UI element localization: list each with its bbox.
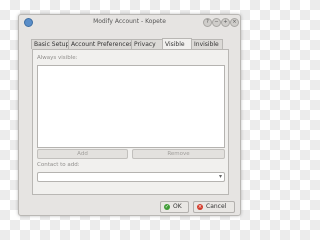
visible-tab-panel: Always visible: Add Remove Contact to ad… <box>32 49 229 195</box>
tab-account-preferences[interactable]: Account Preferences <box>68 39 132 49</box>
title-bar[interactable]: Modify Account - Kopete ? − + × <box>19 15 240 29</box>
ok-button-label: OK <box>173 203 182 210</box>
contact-to-add-combo[interactable]: ▾ <box>37 172 225 182</box>
chevron-down-icon[interactable]: ▾ <box>219 173 222 181</box>
tab-basic-setup[interactable]: Basic Setup <box>31 39 69 49</box>
help-icon[interactable]: ? <box>203 18 212 27</box>
modify-account-dialog: Modify Account - Kopete ? − + × Basic Se… <box>18 14 241 216</box>
tab-invisible[interactable]: Invisible <box>191 39 223 49</box>
always-visible-list[interactable] <box>37 65 225 148</box>
maximize-icon[interactable]: + <box>221 18 230 27</box>
ok-button[interactable]: ✓ OK <box>160 201 189 213</box>
contact-to-add-label: Contact to add: <box>37 162 80 168</box>
remove-button[interactable]: Remove <box>132 149 225 159</box>
cancel-button[interactable]: × Cancel <box>193 201 235 213</box>
cancel-button-label: Cancel <box>206 203 227 210</box>
checkmark-icon: ✓ <box>164 204 170 210</box>
close-icon[interactable]: × <box>230 18 239 27</box>
tab-privacy[interactable]: Privacy <box>131 39 163 49</box>
minimize-icon[interactable]: − <box>212 18 221 27</box>
add-button[interactable]: Add <box>37 149 128 159</box>
cancel-icon: × <box>197 204 203 210</box>
always-visible-label: Always visible: <box>37 55 78 61</box>
